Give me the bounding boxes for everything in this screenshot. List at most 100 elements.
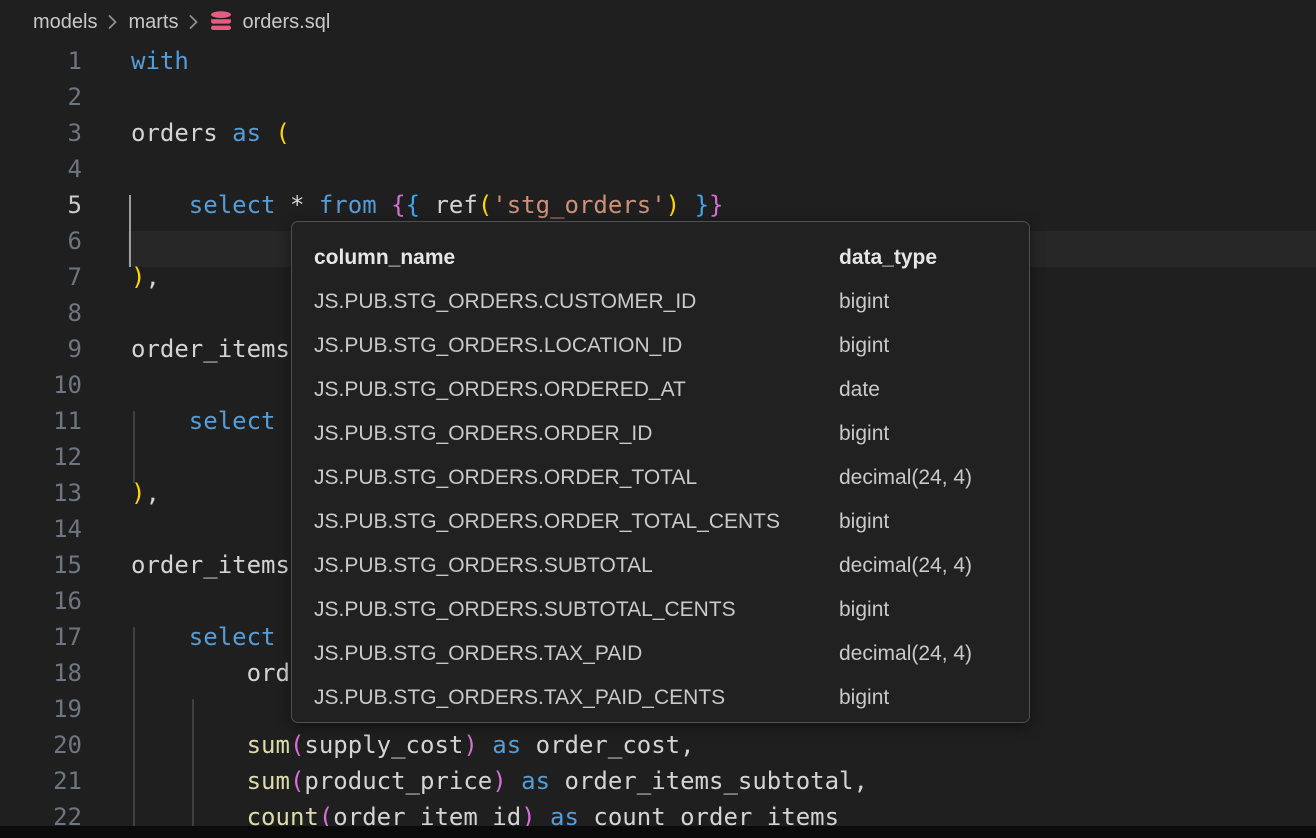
chevron-right-icon <box>188 13 199 31</box>
code-token: ) <box>463 731 477 759</box>
code-token: , <box>145 479 159 507</box>
editor-window: models marts orders.sql 1234567891011121… <box>0 0 1316 838</box>
popup-cell-column-name: JS.PUB.STG_ORDERS.SUBTOTAL_CENTS <box>314 588 736 632</box>
popup-row: JS.PUB.STG_ORDERS.LOCATION_ID bigint <box>292 324 1029 368</box>
code-token: ) <box>666 191 680 219</box>
code-token: ( <box>290 767 304 795</box>
code-token <box>304 191 318 219</box>
popup-cell-data-type: date <box>839 368 880 412</box>
code-token <box>131 407 189 435</box>
popup-row: JS.PUB.STG_ORDERS.TAX_PAID_CENTS bigint <box>292 676 1029 720</box>
popup-header-data-type: data_type <box>839 236 937 280</box>
code-token: ( <box>276 119 290 147</box>
popup-cell-data-type: bigint <box>839 412 889 456</box>
popup-row: JS.PUB.STG_ORDERS.ORDER_TOTAL_CENTS bigin… <box>292 500 1029 544</box>
code-token <box>131 659 247 687</box>
code-token: { <box>391 191 405 219</box>
code-token: ( <box>290 731 304 759</box>
code-token: sum <box>247 767 290 795</box>
popup-row: JS.PUB.STG_ORDERS.CUSTOMER_IDbigint <box>292 280 1029 324</box>
popup-cell-column-name: JS.PUB.STG_ORDERS.CUSTOMER_ID <box>314 280 696 324</box>
code-token: ) <box>131 263 145 291</box>
popup-cell-data-type: decimal(24, 4) <box>839 544 972 588</box>
code-token: 'stg_orders' <box>492 191 665 219</box>
code-token: select <box>189 623 276 651</box>
code-line[interactable]: orders as ( <box>131 115 290 151</box>
code-line[interactable]: with <box>131 43 189 79</box>
code-line[interactable]: sum(product_price) as order_items_subtot… <box>131 763 868 799</box>
popup-cell-data-type: decimal(24, 4) <box>839 632 972 676</box>
code-token <box>276 191 290 219</box>
code-token <box>131 191 189 219</box>
code-token <box>131 731 247 759</box>
code-token: as <box>492 731 521 759</box>
code-token: } <box>709 191 723 219</box>
code-token: as <box>521 767 550 795</box>
code-line[interactable]: select <box>131 403 276 439</box>
code-line[interactable]: order_items <box>131 547 290 583</box>
popup-cell-data-type: bigint <box>839 324 889 368</box>
popup-cell-column-name: JS.PUB.STG_ORDERS.TAX_PAID <box>314 632 642 676</box>
code-line[interactable]: ord <box>131 655 290 691</box>
breadcrumb: models marts orders.sql <box>0 0 1316 44</box>
code-token: ref <box>434 191 477 219</box>
popup-cell-column-name: JS.PUB.STG_ORDERS.TAX_PAID_CENTS <box>314 676 725 720</box>
breadcrumb-item-file[interactable]: orders.sql <box>242 11 330 34</box>
popup-cell-column-name: JS.PUB.STG_ORDERS.ORDER_TOTAL_CENTS <box>314 500 780 544</box>
code-token: ord <box>247 659 290 687</box>
code-token <box>478 731 492 759</box>
popup-header-row: column_name data_type <box>292 236 1029 280</box>
code-token: ( <box>478 191 492 219</box>
popup-row: JS.PUB.STG_ORDERS.ORDERED_AT date <box>292 368 1029 412</box>
popup-cell-data-type: bigint <box>839 588 889 632</box>
code-token <box>131 767 247 795</box>
code-token: ) <box>131 479 145 507</box>
code-token: * <box>290 191 304 219</box>
code-token <box>420 191 434 219</box>
popup-header-column-name: column_name <box>314 236 455 280</box>
code-line[interactable]: select <box>131 619 276 655</box>
code-token: with <box>131 47 189 75</box>
bottom-bar <box>0 826 1316 838</box>
code-token: } <box>695 191 709 219</box>
code-line[interactable]: ), <box>131 259 160 295</box>
code-token <box>377 191 391 219</box>
popup-cell-column-name: JS.PUB.STG_ORDERS.SUBTOTAL <box>314 544 653 588</box>
popup-cell-data-type: bigint <box>839 676 889 720</box>
code-token: as <box>232 119 275 147</box>
popup-row: JS.PUB.STG_ORDERS.ORDER_TOTAL decimal(24,… <box>292 456 1029 500</box>
code-token: select <box>189 191 276 219</box>
code-token: ) <box>492 767 506 795</box>
popup-row: JS.PUB.STG_ORDERS.SUBTOTAL decimal(24, 4) <box>292 544 1029 588</box>
code-token: order_items <box>131 335 290 363</box>
breadcrumb-item-models[interactable]: models <box>33 11 97 34</box>
code-token: { <box>406 191 420 219</box>
code-token: sum <box>247 731 290 759</box>
popup-cell-column-name: JS.PUB.STG_ORDERS.ORDER_ID <box>314 412 652 456</box>
popup-cell-column-name: JS.PUB.STG_ORDERS.ORDERED_AT <box>314 368 686 412</box>
code-line[interactable]: order_items <box>131 331 290 367</box>
popup-row: JS.PUB.STG_ORDERS.TAX_PAID decimal(24, 4) <box>292 632 1029 676</box>
code-token <box>680 191 694 219</box>
code-token: product_price <box>304 767 492 795</box>
popup-row: JS.PUB.STG_ORDERS.SUBTOTAL_CENTS bigint <box>292 588 1029 632</box>
code-token: order_items <box>131 551 290 579</box>
popup-cell-column-name: JS.PUB.STG_ORDERS.LOCATION_ID <box>314 324 682 368</box>
code-line[interactable]: select * from {{ ref('stg_orders') }} <box>131 187 723 223</box>
code-token: supply_cost <box>304 731 463 759</box>
code-line[interactable]: sum(supply_cost) as order_cost, <box>131 727 695 763</box>
breadcrumb-item-marts[interactable]: marts <box>128 11 178 34</box>
code-token: , <box>145 263 159 291</box>
code-token <box>507 767 521 795</box>
code-token: order_cost, <box>521 731 694 759</box>
popup-cell-data-type: bigint <box>839 500 889 544</box>
database-icon <box>209 10 233 34</box>
code-token: select <box>189 407 276 435</box>
code-token: order_items_subtotal, <box>550 767 868 795</box>
code-line[interactable]: ), <box>131 475 160 511</box>
chevron-right-icon <box>107 13 118 31</box>
code-token <box>131 623 189 651</box>
column-info-popup: column_name data_type JS.PUB.STG_ORDERS.… <box>291 221 1030 723</box>
popup-cell-column-name: JS.PUB.STG_ORDERS.ORDER_TOTAL <box>314 456 697 500</box>
popup-cell-data-type: decimal(24, 4) <box>839 456 972 500</box>
